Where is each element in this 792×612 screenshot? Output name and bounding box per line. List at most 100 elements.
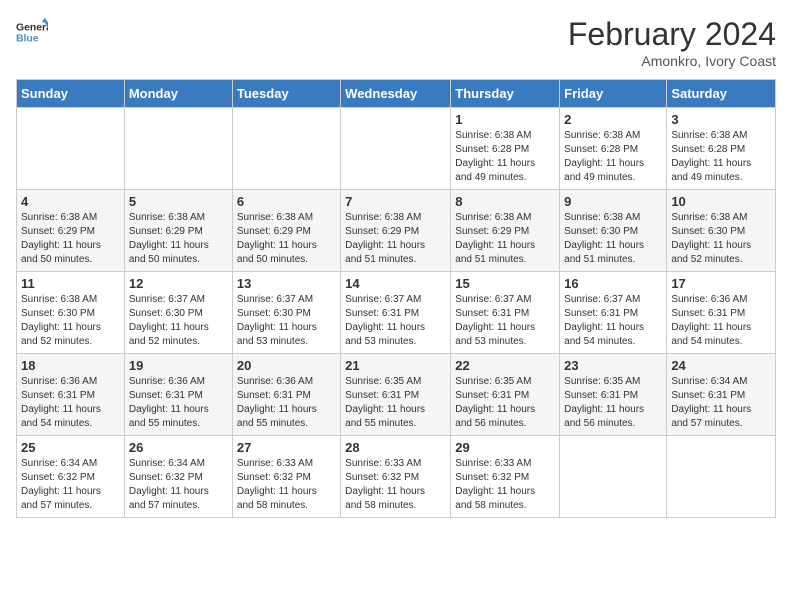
calendar-cell: 8 Sunrise: 6:38 AM Sunset: 6:29 PM Daylig…: [451, 190, 560, 272]
calendar-cell: 21 Sunrise: 6:35 AM Sunset: 6:31 PM Dayli…: [341, 354, 451, 436]
header: General Blue February 2024 Amonkro, Ivor…: [16, 16, 776, 69]
calendar-cell: 20 Sunrise: 6:36 AM Sunset: 6:31 PM Dayli…: [232, 354, 340, 436]
calendar-cell: 9 Sunrise: 6:38 AM Sunset: 6:30 PM Daylig…: [560, 190, 667, 272]
calendar-cell: 23 Sunrise: 6:35 AM Sunset: 6:31 PM Dayli…: [560, 354, 667, 436]
day-number: 18: [21, 358, 120, 373]
day-info: Sunrise: 6:36 AM Sunset: 6:31 PM Dayligh…: [237, 375, 336, 431]
day-number: 1: [455, 112, 555, 127]
day-info: Sunrise: 6:38 AM Sunset: 6:30 PM Dayligh…: [671, 211, 771, 267]
day-info: Sunrise: 6:37 AM Sunset: 6:31 PM Dayligh…: [455, 293, 555, 349]
calendar-cell: 1 Sunrise: 6:38 AM Sunset: 6:28 PM Daylig…: [451, 108, 560, 190]
calendar-week-row: 1 Sunrise: 6:38 AM Sunset: 6:28 PM Daylig…: [17, 108, 776, 190]
day-info: Sunrise: 6:35 AM Sunset: 6:31 PM Dayligh…: [455, 375, 555, 431]
calendar-cell: 29 Sunrise: 6:33 AM Sunset: 6:32 PM Dayli…: [451, 436, 560, 518]
day-number: 26: [129, 440, 228, 455]
day-info: Sunrise: 6:36 AM Sunset: 6:31 PM Dayligh…: [21, 375, 120, 431]
logo: General Blue: [16, 16, 48, 48]
day-info: Sunrise: 6:36 AM Sunset: 6:31 PM Dayligh…: [671, 293, 771, 349]
day-info: Sunrise: 6:38 AM Sunset: 6:30 PM Dayligh…: [564, 211, 662, 267]
calendar-cell: 3 Sunrise: 6:38 AM Sunset: 6:28 PM Daylig…: [667, 108, 776, 190]
calendar-cell: 24 Sunrise: 6:34 AM Sunset: 6:31 PM Dayli…: [667, 354, 776, 436]
calendar-cell: [341, 108, 451, 190]
header-sunday: Sunday: [17, 80, 125, 108]
calendar-cell: [667, 436, 776, 518]
day-number: 25: [21, 440, 120, 455]
day-number: 13: [237, 276, 336, 291]
day-info: Sunrise: 6:33 AM Sunset: 6:32 PM Dayligh…: [455, 457, 555, 513]
day-info: Sunrise: 6:34 AM Sunset: 6:32 PM Dayligh…: [129, 457, 228, 513]
calendar-week-row: 18 Sunrise: 6:36 AM Sunset: 6:31 PM Dayli…: [17, 354, 776, 436]
day-number: 12: [129, 276, 228, 291]
calendar-cell: [17, 108, 125, 190]
title-area: February 2024 Amonkro, Ivory Coast: [568, 16, 776, 69]
header-saturday: Saturday: [667, 80, 776, 108]
calendar-cell: 27Sunrise: 6:33 AM Sunset: 6:32 PM Dayli…: [232, 436, 340, 518]
calendar-cell: 7 Sunrise: 6:38 AM Sunset: 6:29 PM Daylig…: [341, 190, 451, 272]
day-number: 15: [455, 276, 555, 291]
day-info: Sunrise: 6:38 AM Sunset: 6:29 PM Dayligh…: [345, 211, 446, 267]
day-number: 14: [345, 276, 446, 291]
day-number: 23: [564, 358, 662, 373]
days-header-row: Sunday Monday Tuesday Wednesday Thursday…: [17, 80, 776, 108]
header-monday: Monday: [124, 80, 232, 108]
day-info: Sunrise: 6:34 AM Sunset: 6:32 PM Dayligh…: [21, 457, 120, 513]
day-number: 8: [455, 194, 555, 209]
svg-text:General: General: [16, 22, 48, 33]
calendar-cell: 6Sunrise: 6:38 AM Sunset: 6:29 PM Daylig…: [232, 190, 340, 272]
calendar-cell: 17 Sunrise: 6:36 AM Sunset: 6:31 PM Dayli…: [667, 272, 776, 354]
day-number: 21: [345, 358, 446, 373]
svg-text:Blue: Blue: [16, 34, 39, 45]
calendar-title: February 2024: [568, 16, 776, 53]
calendar-cell: 12 Sunrise: 6:37 AM Sunset: 6:30 PM Dayli…: [124, 272, 232, 354]
calendar-cell: [232, 108, 340, 190]
day-info: Sunrise: 6:37 AM Sunset: 6:31 PM Dayligh…: [564, 293, 662, 349]
calendar-cell: 13 Sunrise: 6:37 AM Sunset: 6:30 PM Dayli…: [232, 272, 340, 354]
header-tuesday: Tuesday: [232, 80, 340, 108]
calendar-cell: 26 Sunrise: 6:34 AM Sunset: 6:32 PM Dayli…: [124, 436, 232, 518]
day-number: 3: [671, 112, 771, 127]
day-number: 7: [345, 194, 446, 209]
day-info: Sunrise: 6:38 AM Sunset: 6:28 PM Dayligh…: [455, 129, 555, 185]
day-number: 19: [129, 358, 228, 373]
calendar-cell: 4 Sunrise: 6:38 AM Sunset: 6:29 PM Daylig…: [17, 190, 125, 272]
calendar-cell: 19Sunrise: 6:36 AM Sunset: 6:31 PM Dayli…: [124, 354, 232, 436]
day-info: Sunrise: 6:37 AM Sunset: 6:30 PM Dayligh…: [129, 293, 228, 349]
day-info: Sunrise: 6:38 AM Sunset: 6:29 PM Dayligh…: [129, 211, 228, 267]
day-number: 4: [21, 194, 120, 209]
calendar-subtitle: Amonkro, Ivory Coast: [568, 53, 776, 69]
calendar-cell: 11 Sunrise: 6:38 AM Sunset: 6:30 PM Dayli…: [17, 272, 125, 354]
day-info: Sunrise: 6:38 AM Sunset: 6:30 PM Dayligh…: [21, 293, 120, 349]
day-number: 10: [671, 194, 771, 209]
calendar-week-row: 4 Sunrise: 6:38 AM Sunset: 6:29 PM Daylig…: [17, 190, 776, 272]
calendar-week-row: 25 Sunrise: 6:34 AM Sunset: 6:32 PM Dayli…: [17, 436, 776, 518]
day-number: 16: [564, 276, 662, 291]
day-info: Sunrise: 6:35 AM Sunset: 6:31 PM Dayligh…: [345, 375, 446, 431]
day-info: Sunrise: 6:37 AM Sunset: 6:30 PM Dayligh…: [237, 293, 336, 349]
calendar-cell: 25 Sunrise: 6:34 AM Sunset: 6:32 PM Dayli…: [17, 436, 125, 518]
day-info: Sunrise: 6:38 AM Sunset: 6:29 PM Dayligh…: [455, 211, 555, 267]
day-number: 6: [237, 194, 336, 209]
calendar-cell: 10 Sunrise: 6:38 AM Sunset: 6:30 PM Dayli…: [667, 190, 776, 272]
day-number: 27: [237, 440, 336, 455]
calendar-week-row: 11 Sunrise: 6:38 AM Sunset: 6:30 PM Dayli…: [17, 272, 776, 354]
calendar-cell: 28Sunrise: 6:33 AM Sunset: 6:32 PM Dayli…: [341, 436, 451, 518]
day-number: 2: [564, 112, 662, 127]
calendar-cell: 18 Sunrise: 6:36 AM Sunset: 6:31 PM Dayli…: [17, 354, 125, 436]
day-info: Sunrise: 6:38 AM Sunset: 6:29 PM Dayligh…: [21, 211, 120, 267]
day-info: Sunrise: 6:38 AM Sunset: 6:28 PM Dayligh…: [671, 129, 771, 185]
day-info: Sunrise: 6:38 AM Sunset: 6:28 PM Dayligh…: [564, 129, 662, 185]
header-thursday: Thursday: [451, 80, 560, 108]
day-number: 29: [455, 440, 555, 455]
day-number: 24: [671, 358, 771, 373]
day-number: 17: [671, 276, 771, 291]
header-wednesday: Wednesday: [341, 80, 451, 108]
header-friday: Friday: [560, 80, 667, 108]
day-number: 11: [21, 276, 120, 291]
day-info: Sunrise: 6:34 AM Sunset: 6:31 PM Dayligh…: [671, 375, 771, 431]
calendar-cell: 2 Sunrise: 6:38 AM Sunset: 6:28 PM Daylig…: [560, 108, 667, 190]
calendar-cell: 22Sunrise: 6:35 AM Sunset: 6:31 PM Dayli…: [451, 354, 560, 436]
day-number: 9: [564, 194, 662, 209]
day-info: Sunrise: 6:33 AM Sunset: 6:32 PM Dayligh…: [345, 457, 446, 513]
day-number: 20: [237, 358, 336, 373]
day-info: Sunrise: 6:35 AM Sunset: 6:31 PM Dayligh…: [564, 375, 662, 431]
